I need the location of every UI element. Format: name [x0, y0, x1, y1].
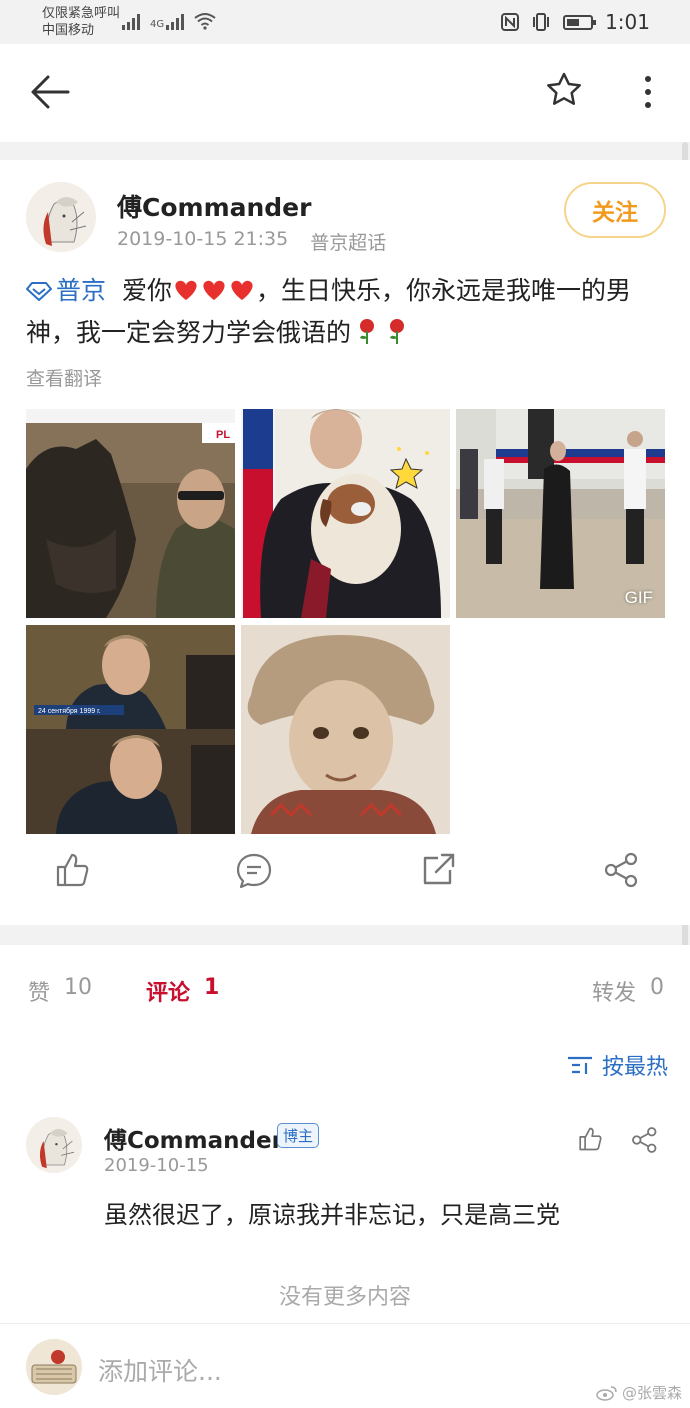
add-comment-input[interactable]: 添加评论...: [98, 1352, 222, 1388]
star-favorite-icon[interactable]: [544, 70, 584, 110]
post-image-4[interactable]: 24 сентября 1999 г.: [26, 625, 235, 834]
sort-lines-icon: [567, 1056, 592, 1074]
more-options-icon[interactable]: [636, 74, 660, 110]
my-avatar[interactable]: [26, 1339, 82, 1395]
signal-indicators: 4G: [122, 12, 216, 30]
engagement-section: 赞 10 评论 1 转发 0 按最热 傅Commander 博主 2019-10…: [0, 945, 690, 1323]
likes-label: 赞: [28, 981, 51, 1006]
follow-button[interactable]: 关注: [564, 182, 666, 238]
post-image-3[interactable]: GIF: [456, 409, 665, 618]
share-nodes-icon[interactable]: [602, 850, 642, 890]
comments-count: 1: [204, 975, 220, 1000]
rose-emoji-icon: [351, 318, 411, 347]
gif-badge: GIF: [624, 588, 653, 607]
top-nav-bar: [0, 44, 690, 142]
comment-share-nodes-icon[interactable]: [630, 1125, 660, 1155]
likes-tab[interactable]: 赞 10: [28, 975, 92, 1007]
topic-link[interactable]: 普京: [26, 276, 106, 305]
nfc-icon: [501, 13, 520, 31]
post-text-part2: ，生日快乐，你永远是我唯一的男神，我一定会努力学会俄语的: [26, 276, 631, 347]
forwards-count: 0: [650, 975, 664, 1000]
watermark: @张雲森: [596, 1382, 682, 1403]
view-translation-link[interactable]: 查看翻译: [26, 364, 102, 391]
cellular-signal-icon: 4G: [150, 12, 185, 30]
post-image-grid: PL GIF 24 сентября 1999 г.: [26, 409, 666, 834]
comment-bubble-icon[interactable]: [234, 850, 274, 890]
post-author-name[interactable]: 傅Commander: [117, 188, 311, 224]
image4-caption-text: 24 сентября 1999 г.: [38, 707, 101, 715]
back-arrow-icon[interactable]: [30, 74, 70, 110]
comment-text: 虽然很迟了，原谅我并非忘记，只是高三党: [104, 1201, 560, 1229]
carrier-info: 仅限紧急呼叫 中国移动: [42, 5, 120, 39]
super-topic-diamond-icon: [26, 282, 52, 301]
like-thumb-icon[interactable]: [52, 850, 92, 890]
post-action-bar: [0, 850, 690, 910]
carrier-name: 中国移动: [42, 23, 95, 38]
forwards-label: 转发: [591, 981, 636, 1006]
comment-input-bar: 添加评论... @张雲森: [0, 1323, 690, 1408]
clock: 1:01: [605, 10, 650, 34]
forwards-tab[interactable]: 转发 0: [592, 975, 664, 1007]
battery-icon: [563, 14, 597, 30]
no-more-content-text: 没有更多内容: [278, 1285, 411, 1310]
vibrate-icon: [533, 13, 550, 31]
likes-count: 10: [64, 975, 93, 1000]
post-card: 傅Commander 2019-10-15 21:35 普京超话 关注 普京 爱…: [0, 160, 690, 925]
commenter-avatar[interactable]: [26, 1117, 82, 1173]
post-image-2[interactable]: [241, 409, 450, 618]
author-badge: 博主: [277, 1123, 320, 1148]
status-bar: 仅限紧急呼叫 中国移动 4G 1:01: [0, 0, 690, 44]
comments-tab[interactable]: 评论 1: [146, 975, 219, 1007]
post-date: 2019-10-15 21:35: [117, 228, 289, 250]
post-text-part1: 爱你: [121, 276, 172, 305]
carrier-emergency-text: 仅限紧急呼叫: [42, 6, 121, 21]
comment-author-name[interactable]: 傅Commander: [104, 1121, 283, 1155]
watermark-text: @张雲森: [621, 1384, 682, 1402]
comment-like-thumb-icon[interactable]: [576, 1125, 604, 1153]
post-image-1[interactable]: PL: [26, 409, 235, 618]
heart-emoji-icon: [172, 276, 256, 305]
image1-logo-text: PL: [216, 429, 230, 441]
author-avatar[interactable]: [26, 182, 96, 252]
repost-share-icon[interactable]: [418, 850, 458, 890]
sort-toggle[interactable]: 按最热: [566, 1049, 668, 1081]
post-image-5[interactable]: [241, 625, 450, 834]
weibo-logo-icon: [596, 1385, 617, 1401]
sort-label: 按最热: [601, 1055, 668, 1080]
post-meta: 2019-10-15 21:35 普京超话: [117, 228, 386, 255]
status-right: 1:01: [501, 10, 650, 34]
post-source[interactable]: 普京超话: [310, 228, 386, 255]
comments-label: 评论: [146, 981, 191, 1006]
wifi-icon: [194, 13, 216, 30]
comment-date: 2019-10-15: [104, 1155, 209, 1176]
topic-name[interactable]: 普京: [56, 276, 106, 305]
post-body: 普京 爱你 ，生日快乐，你永远是我唯一的男神，我一定会努力学会俄语的: [26, 270, 671, 354]
signal-bars-icon: [122, 12, 140, 30]
